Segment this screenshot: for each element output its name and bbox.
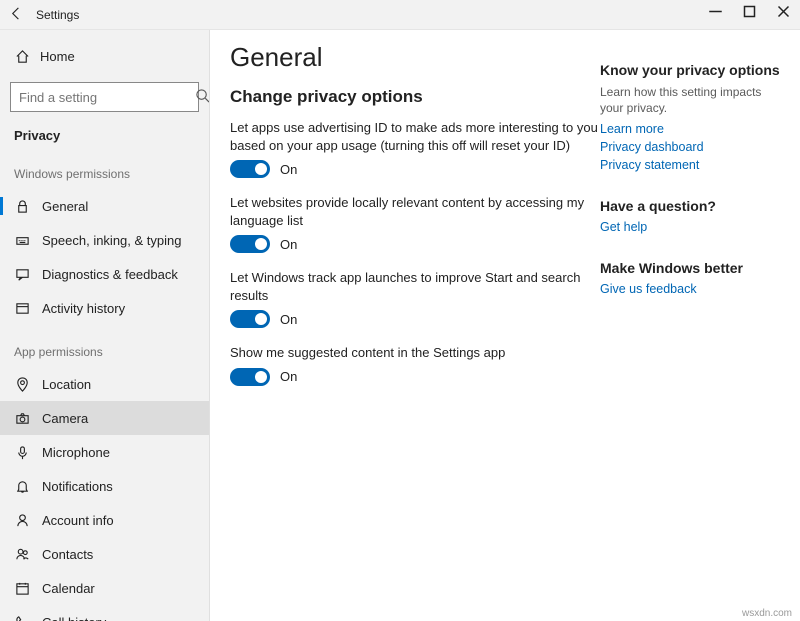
calendar-icon [14, 580, 30, 596]
link-get-help[interactable]: Get help [600, 220, 784, 234]
toggle-state: On [280, 162, 297, 177]
account-icon [14, 512, 30, 528]
toggle-state: On [280, 369, 297, 384]
sidebar-item-call-history[interactable]: Call history [0, 605, 209, 621]
sidebar-item-label: Camera [42, 411, 88, 426]
sidebar-heading: Privacy [0, 124, 209, 161]
option-desc: Show me suggested content in the Setting… [230, 344, 600, 362]
camera-icon [14, 410, 30, 426]
sidebar-item-diagnostics[interactable]: Diagnostics & feedback [0, 257, 209, 291]
maximize-icon [742, 4, 757, 19]
sidebar-item-label: Contacts [42, 547, 93, 562]
sidebar-home-label: Home [40, 49, 75, 64]
link-learn-more[interactable]: Learn more [600, 122, 784, 136]
block-desc: Learn how this setting impacts your priv… [600, 84, 784, 116]
keyboard-icon [14, 232, 30, 248]
sidebar-item-label: Account info [42, 513, 114, 528]
option-desc: Let websites provide locally relevant co… [230, 194, 600, 229]
close-icon [776, 4, 791, 19]
window-title: Settings [32, 8, 79, 22]
block-privacy-options: Know your privacy options Learn how this… [600, 62, 784, 172]
minimize-icon [708, 4, 723, 19]
microphone-icon [14, 444, 30, 460]
sidebar-item-account[interactable]: Account info [0, 503, 209, 537]
block-title: Make Windows better [600, 260, 784, 276]
toggle-advertising-id[interactable] [230, 160, 270, 178]
main-panel: General Change privacy options Let apps … [210, 30, 800, 621]
toggle-suggested-content[interactable] [230, 368, 270, 386]
search-input[interactable] [19, 90, 195, 105]
sidebar-section-windows-permissions: Windows permissions [0, 161, 209, 189]
block-title: Have a question? [600, 198, 784, 214]
page-subtitle: Change privacy options [230, 87, 600, 107]
bell-icon [14, 478, 30, 494]
link-privacy-statement[interactable]: Privacy statement [600, 158, 784, 172]
home-icon [14, 48, 30, 64]
phone-icon [14, 614, 30, 621]
maximize-button[interactable] [732, 0, 766, 30]
link-privacy-dashboard[interactable]: Privacy dashboard [600, 140, 784, 154]
right-panel: Know your privacy options Learn how this… [600, 42, 800, 621]
block-title: Know your privacy options [600, 62, 784, 78]
block-question: Have a question? Get help [600, 198, 784, 234]
arrow-left-icon [9, 6, 24, 21]
sidebar-item-microphone[interactable]: Microphone [0, 435, 209, 469]
sidebar-item-location[interactable]: Location [0, 367, 209, 401]
back-button[interactable] [0, 6, 32, 24]
option-language-list: Let websites provide locally relevant co… [230, 194, 600, 253]
activity-icon [14, 300, 30, 316]
page-title: General [230, 42, 600, 73]
location-icon [14, 376, 30, 392]
sidebar-item-label: Calendar [42, 581, 95, 596]
option-desc: Let Windows track app launches to improv… [230, 269, 600, 304]
sidebar-item-label: Microphone [42, 445, 110, 460]
search-icon [195, 88, 210, 106]
content-area: General Change privacy options Let apps … [230, 42, 600, 621]
contacts-icon [14, 546, 30, 562]
search-input-container[interactable] [10, 82, 199, 112]
sidebar: Home Privacy Windows permissions General… [0, 30, 210, 621]
close-button[interactable] [766, 0, 800, 30]
feedback-icon [14, 266, 30, 282]
toggle-app-launches[interactable] [230, 310, 270, 328]
toggle-state: On [280, 237, 297, 252]
sidebar-item-calendar[interactable]: Calendar [0, 571, 209, 605]
sidebar-item-label: Location [42, 377, 91, 392]
option-desc: Let apps use advertising ID to make ads … [230, 119, 600, 154]
sidebar-item-speech[interactable]: Speech, inking, & typing [0, 223, 209, 257]
sidebar-item-label: Activity history [42, 301, 125, 316]
title-bar: Settings [0, 0, 800, 30]
sidebar-item-label: Call history [42, 615, 106, 621]
option-advertising-id: Let apps use advertising ID to make ads … [230, 119, 600, 178]
watermark: wsxdn.com [740, 608, 794, 619]
sidebar-item-label: General [42, 199, 88, 214]
sidebar-home[interactable]: Home [0, 40, 209, 72]
sidebar-item-label: Notifications [42, 479, 113, 494]
block-feedback: Make Windows better Give us feedback [600, 260, 784, 296]
option-app-launches: Let Windows track app launches to improv… [230, 269, 600, 328]
sidebar-item-label: Speech, inking, & typing [42, 233, 181, 248]
sidebar-item-activity[interactable]: Activity history [0, 291, 209, 325]
toggle-state: On [280, 312, 297, 327]
sidebar-item-contacts[interactable]: Contacts [0, 537, 209, 571]
lock-icon [14, 198, 30, 214]
toggle-language-list[interactable] [230, 235, 270, 253]
sidebar-item-notifications[interactable]: Notifications [0, 469, 209, 503]
sidebar-item-label: Diagnostics & feedback [42, 267, 178, 282]
option-suggested-content: Show me suggested content in the Setting… [230, 344, 600, 386]
sidebar-section-app-permissions: App permissions [0, 339, 209, 367]
link-give-feedback[interactable]: Give us feedback [600, 282, 784, 296]
sidebar-item-camera[interactable]: Camera [0, 401, 209, 435]
minimize-button[interactable] [698, 0, 732, 30]
sidebar-item-general[interactable]: General [0, 189, 209, 223]
